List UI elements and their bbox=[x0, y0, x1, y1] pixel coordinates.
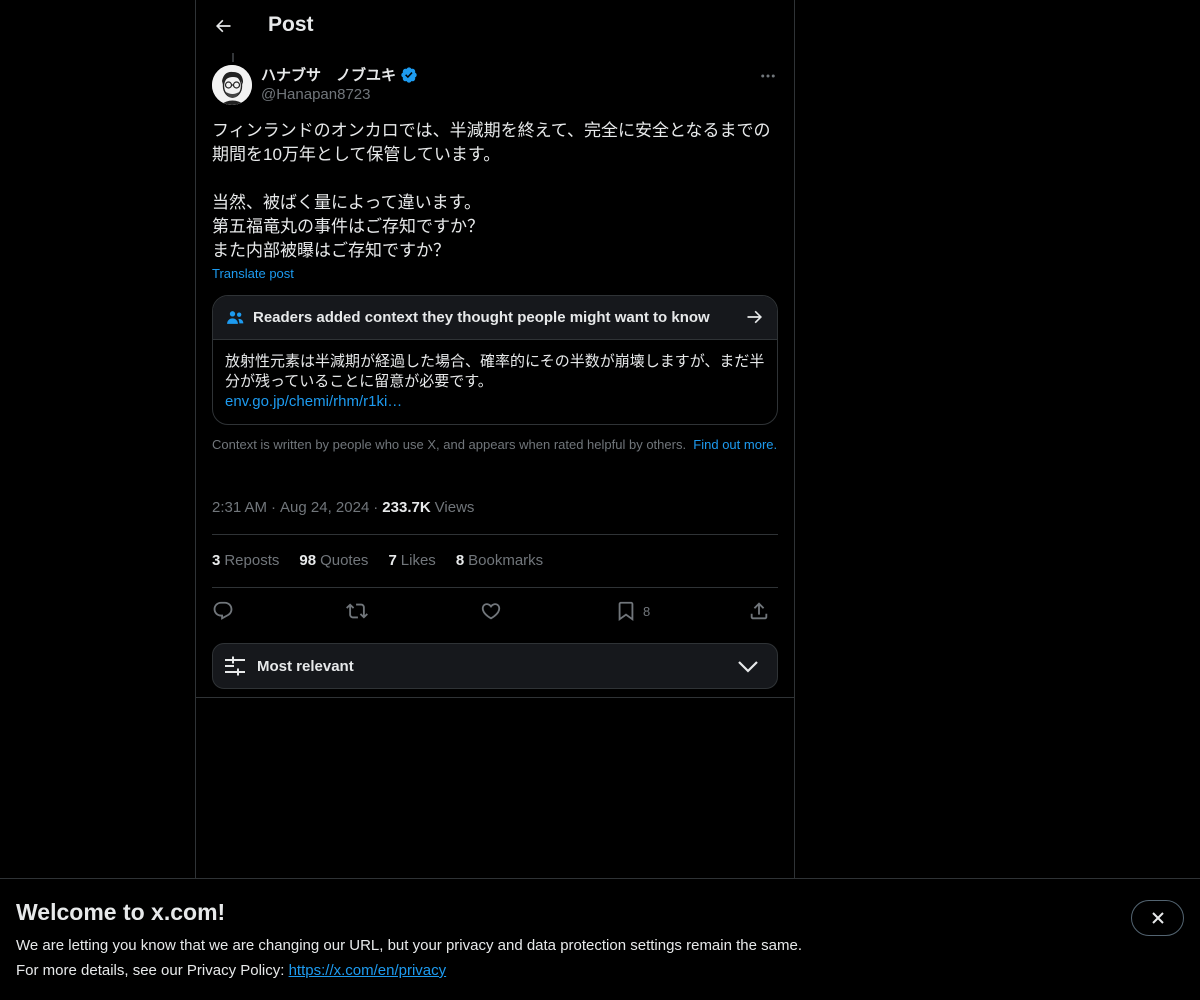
bookmark-icon bbox=[618, 601, 634, 622]
banner-privacy-line: For more details, see our Privacy Policy… bbox=[16, 962, 446, 979]
post-paragraph: 第五福竜丸の事件はご存知ですか？ bbox=[212, 217, 484, 236]
author-handle[interactable]: @Hanapan8723 bbox=[261, 86, 370, 103]
bookmarks-stat[interactable]: 8 Bookmarks bbox=[456, 552, 543, 569]
people-icon bbox=[227, 310, 244, 324]
bookmark-button[interactable]: 8 bbox=[615, 598, 650, 624]
thread-line bbox=[232, 53, 234, 62]
context-disclaimer-text: Context is written by people who use X, … bbox=[212, 437, 687, 452]
post-date[interactable]: Aug 24, 2024 bbox=[280, 499, 369, 516]
repost-icon bbox=[346, 603, 368, 619]
post-paragraph: フィンランドのオンカロでは、半減期を終えて、完全に安全となるまでの期間を10万年… bbox=[212, 121, 771, 164]
chevron-down-icon bbox=[738, 661, 758, 673]
heart-icon bbox=[481, 603, 501, 620]
views-count: 233.7K bbox=[382, 499, 431, 516]
post-meta: 2:31 AM · Aug 24, 2024 · 233.7K Views bbox=[212, 499, 474, 516]
share-button[interactable] bbox=[748, 598, 770, 624]
divider bbox=[212, 587, 778, 588]
arrow-left-icon bbox=[216, 19, 231, 33]
reply-icon bbox=[213, 601, 233, 620]
find-out-more-link[interactable]: Find out more. bbox=[693, 437, 777, 452]
meta-separator: · bbox=[373, 499, 379, 516]
arrow-right-icon bbox=[747, 310, 762, 324]
bookmark-count: 8 bbox=[643, 603, 651, 619]
post-paragraph: また内部被曝はご存知ですか？ bbox=[212, 241, 450, 260]
community-note-body: 放射性元素は半減期が経過した場合、確率的にその半数が崩壊しますが、まだ半分が残っ… bbox=[213, 340, 777, 412]
post-stats: 3 Reposts 98 Quotes 7 Likes 8 Bookmarks bbox=[212, 552, 543, 569]
community-note-header[interactable]: Readers added context they thought peopl… bbox=[213, 296, 777, 340]
community-note-text: 放射性元素は半減期が経過した場合、確率的にその半数が崩壊しますが、まだ半分が残っ… bbox=[225, 353, 765, 390]
more-options-button[interactable] bbox=[756, 66, 780, 86]
quotes-stat[interactable]: 98 Quotes bbox=[299, 552, 368, 569]
reply-sort-dropdown[interactable]: Most relevant bbox=[212, 643, 778, 689]
back-button[interactable] bbox=[208, 11, 238, 41]
post-actions: 8 bbox=[212, 598, 778, 624]
post-text: フィンランドのオンカロでは、半減期を終えて、完全に安全となるまでの期間を10万年… bbox=[212, 119, 778, 263]
post-time[interactable]: 2:31 AM bbox=[212, 499, 267, 516]
more-dots-icon bbox=[761, 74, 775, 78]
privacy-policy-link[interactable]: https://x.com/en/privacy bbox=[289, 962, 447, 979]
views-label: Views bbox=[434, 499, 475, 516]
translate-post-link[interactable]: Translate post bbox=[212, 266, 294, 281]
avatar-icon bbox=[212, 65, 252, 105]
community-note: Readers added context they thought peopl… bbox=[212, 295, 778, 425]
divider bbox=[196, 697, 794, 698]
banner-privacy-prefix: For more details, see our Privacy Policy… bbox=[16, 962, 289, 979]
like-button[interactable] bbox=[480, 598, 502, 624]
close-icon bbox=[1151, 912, 1164, 924]
divider bbox=[212, 534, 778, 535]
page-title: Post bbox=[268, 13, 314, 36]
post-paragraph bbox=[212, 167, 778, 191]
author-name-row[interactable]: ハナブサ ノブユキ bbox=[261, 64, 418, 85]
meta-separator: · bbox=[271, 499, 277, 516]
likes-stat[interactable]: 7 Likes bbox=[388, 552, 435, 569]
close-banner-button[interactable] bbox=[1131, 900, 1184, 936]
avatar[interactable] bbox=[212, 65, 252, 105]
reply-button[interactable] bbox=[212, 598, 234, 624]
post-paragraph: 当然、被ばく量によって違います。 bbox=[212, 193, 481, 212]
community-note-source-link[interactable]: env.go.jp/chemi/rhm/r1ki… bbox=[225, 392, 765, 412]
community-note-heading: Readers added context they thought peopl… bbox=[253, 309, 710, 326]
main-column: Post ハナブサ ノブユキ @Hanapan8723 フィンランドのオンカロで… bbox=[195, 0, 795, 1000]
sliders-icon bbox=[225, 656, 245, 676]
post-header: Post bbox=[196, 0, 794, 53]
banner-message: We are letting you know that we are chan… bbox=[16, 937, 802, 954]
reposts-stat[interactable]: 3 Reposts bbox=[212, 552, 279, 569]
context-disclaimer: Context is written by people who use X, … bbox=[212, 437, 778, 453]
sort-label: Most relevant bbox=[257, 657, 354, 675]
author-display-name[interactable]: ハナブサ ノブユキ bbox=[261, 64, 396, 85]
share-icon bbox=[750, 602, 768, 620]
repost-button[interactable] bbox=[346, 598, 368, 624]
banner-title: Welcome to x.com! bbox=[16, 899, 226, 925]
welcome-banner: Welcome to x.com! We are letting you kno… bbox=[0, 878, 1200, 1000]
verified-badge-icon bbox=[401, 66, 417, 83]
